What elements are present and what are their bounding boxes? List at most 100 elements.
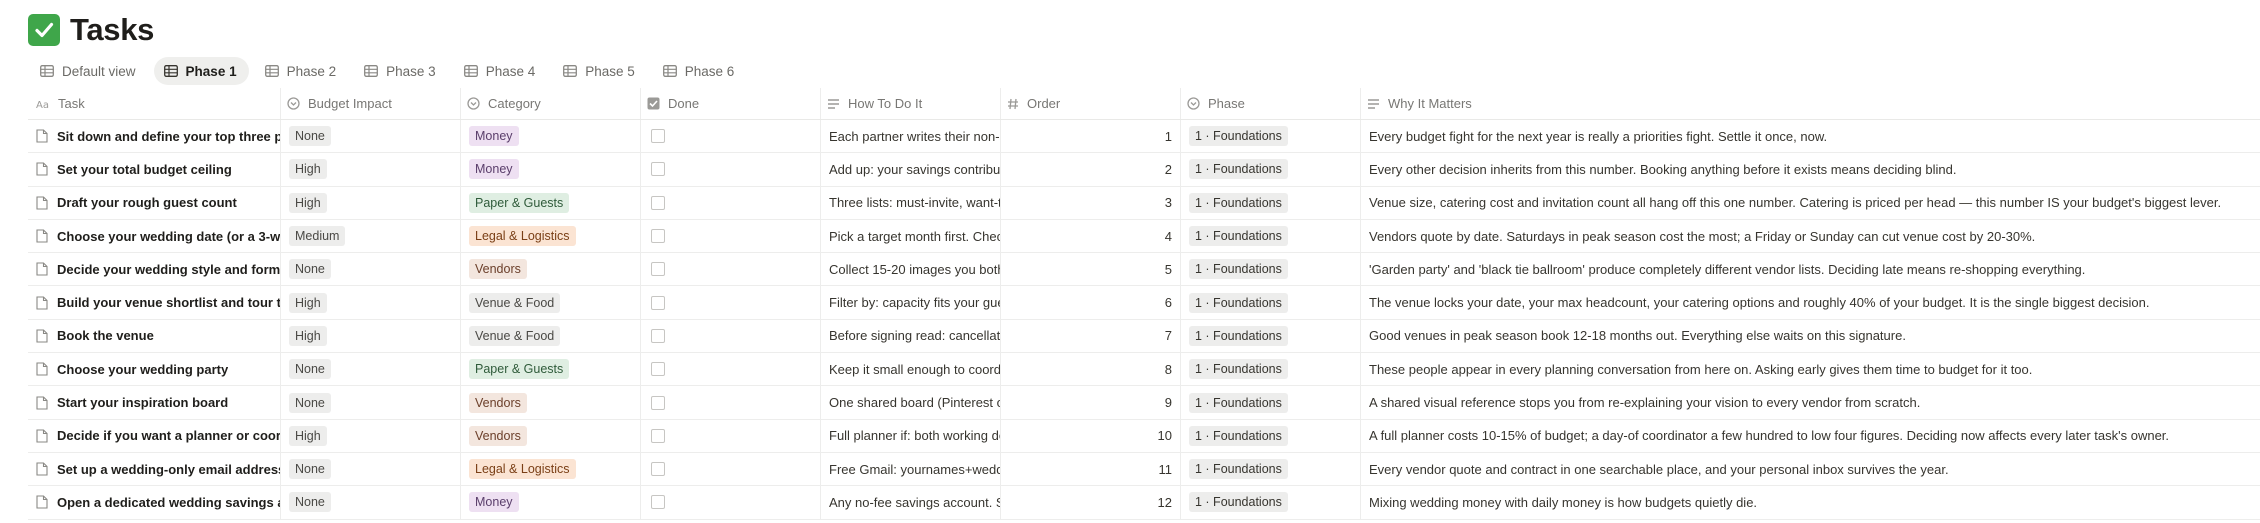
why-it-matters-cell[interactable]: Every other decision inherits from this … xyxy=(1361,153,2256,185)
phase-cell[interactable]: 1 · Foundations xyxy=(1181,286,1361,319)
category-cell[interactable]: Paper & Guests xyxy=(461,186,641,219)
order-cell[interactable]: 2 xyxy=(1001,153,1181,186)
view-tab-phase-5[interactable]: Phase 5 xyxy=(553,57,647,85)
why-it-matters-cell[interactable]: Every budget fight for the next year is … xyxy=(1361,120,2256,152)
how-to-do-it-cell[interactable]: Before signing read: cancellatio xyxy=(821,319,1001,353)
why-it-matters-cell[interactable]: Mixing wedding money with daily money is… xyxy=(1361,486,2256,518)
task-cell[interactable]: Book the venue xyxy=(28,319,281,353)
column-header-task[interactable]: Aa Task xyxy=(28,88,281,119)
task-name[interactable]: Build your venue shortlist and tour top xyxy=(57,295,280,310)
budget-impact-cell[interactable]: High xyxy=(281,419,461,452)
task-cell[interactable]: Start your inspiration board xyxy=(28,386,281,419)
phase-cell[interactable]: 1 · Foundations xyxy=(1181,419,1361,452)
column-header-phase[interactable]: Phase xyxy=(1181,88,1361,119)
budget-impact-cell[interactable]: High xyxy=(281,286,461,319)
how-to-do-it-cell[interactable]: Three lists: must-invite, want-to xyxy=(821,186,1001,219)
category-cell[interactable]: Money xyxy=(461,153,641,186)
task-cell[interactable]: Sit down and define your top three prio xyxy=(28,120,281,153)
order-cell[interactable]: 11 xyxy=(1001,452,1181,486)
how-to-do-it-cell[interactable]: Add up: your savings contributi xyxy=(821,153,1001,186)
table-row[interactable]: Draft your rough guest count High Paper & … xyxy=(28,186,2260,220)
budget-impact-cell[interactable]: None xyxy=(281,486,461,519)
how-to-do-it-cell[interactable]: Pick a target month first. Check xyxy=(821,219,1001,253)
budget-impact-cell[interactable]: High xyxy=(281,153,461,186)
why-it-matters-cell[interactable]: A shared visual reference stops you from… xyxy=(1361,386,2256,418)
task-name[interactable]: Choose your wedding date (or a 3-week xyxy=(57,229,280,244)
done-checkbox[interactable] xyxy=(651,229,665,244)
how-to-do-it-cell[interactable]: Free Gmail: yournames+weddin xyxy=(821,452,1001,486)
category-cell[interactable]: Money xyxy=(461,486,641,519)
budget-impact-cell[interactable]: None xyxy=(281,353,461,386)
task-name[interactable]: Open a dedicated wedding savings acco xyxy=(57,495,280,510)
task-name[interactable]: Set up a wedding-only email address xyxy=(57,462,280,477)
column-header-order[interactable]: Order xyxy=(1001,88,1181,119)
phase-cell[interactable]: 1 · Foundations xyxy=(1181,219,1361,253)
done-checkbox[interactable] xyxy=(651,295,665,310)
view-tab-phase-2[interactable]: Phase 2 xyxy=(255,57,349,85)
order-cell[interactable]: 12 xyxy=(1001,486,1181,519)
budget-impact-cell[interactable]: None xyxy=(281,386,461,419)
done-checkbox[interactable] xyxy=(651,162,665,177)
how-to-do-it-cell[interactable]: Each partner writes their non-ne xyxy=(821,120,1001,153)
phase-cell[interactable]: 1 · Foundations xyxy=(1181,253,1361,286)
budget-impact-cell[interactable]: None xyxy=(281,253,461,286)
done-checkbox[interactable] xyxy=(651,129,665,144)
order-cell[interactable]: 9 xyxy=(1001,386,1181,419)
how-to-do-it-cell[interactable]: Filter by: capacity fits your gues xyxy=(821,286,1001,319)
phase-cell[interactable]: 1 · Foundations xyxy=(1181,120,1361,153)
category-cell[interactable]: Money xyxy=(461,120,641,153)
category-cell[interactable]: Venue & Food xyxy=(461,286,641,319)
view-tab-phase-1[interactable]: Phase 1 xyxy=(153,57,249,85)
phase-cell[interactable]: 1 · Foundations xyxy=(1181,319,1361,353)
order-cell[interactable]: 4 xyxy=(1001,219,1181,253)
column-header-how-to-do-it[interactable]: How To Do It xyxy=(821,88,1001,119)
task-cell[interactable]: Decide your wedding style and formalit xyxy=(28,253,281,286)
done-checkbox[interactable] xyxy=(651,362,665,377)
budget-impact-cell[interactable]: Medium xyxy=(281,219,461,253)
how-to-do-it-cell[interactable]: Any no-fee savings account. Se xyxy=(821,486,1001,519)
column-header-why-it-matters[interactable]: Why It Matters xyxy=(1361,88,2256,119)
category-cell[interactable]: Vendors xyxy=(461,419,641,452)
done-checkbox[interactable] xyxy=(651,195,665,210)
phase-cell[interactable]: 1 · Foundations xyxy=(1181,486,1361,519)
phase-cell[interactable]: 1 · Foundations xyxy=(1181,186,1361,219)
task-name[interactable]: Book the venue xyxy=(57,328,154,343)
done-checkbox[interactable] xyxy=(651,328,665,343)
order-cell[interactable]: 1 xyxy=(1001,120,1181,153)
table-row[interactable]: Start your inspiration board None Vendors O… xyxy=(28,386,2260,420)
task-name[interactable]: Decide your wedding style and formalit xyxy=(57,262,280,277)
task-cell[interactable]: Choose your wedding date (or a 3-week xyxy=(28,219,281,253)
task-cell[interactable]: Open a dedicated wedding savings acco xyxy=(28,486,281,519)
task-name[interactable]: Start your inspiration board xyxy=(57,395,228,410)
order-cell[interactable]: 3 xyxy=(1001,186,1181,219)
task-cell[interactable]: Draft your rough guest count xyxy=(28,186,281,219)
budget-impact-cell[interactable]: High xyxy=(281,319,461,353)
table-row[interactable]: Choose your wedding date (or a 3-week Med… xyxy=(28,219,2260,254)
table-row[interactable]: Choose your wedding party None Paper & Gue… xyxy=(28,353,2260,387)
task-cell[interactable]: Set up a wedding-only email address xyxy=(28,452,281,486)
how-to-do-it-cell[interactable]: Full planner if: both working der xyxy=(821,419,1001,452)
why-it-matters-cell[interactable]: Venue size, catering cost and invitation… xyxy=(1361,187,2256,219)
why-it-matters-cell[interactable]: Good venues in peak season book 12-18 mo… xyxy=(1361,320,2256,352)
category-cell[interactable]: Legal & Logistics xyxy=(461,219,641,253)
why-it-matters-cell[interactable]: Every vendor quote and contract in one s… xyxy=(1361,453,2256,485)
done-checkbox[interactable] xyxy=(651,462,665,477)
table-row[interactable]: Set your total budget ceiling High Money Ad… xyxy=(28,153,2260,187)
budget-impact-cell[interactable]: None xyxy=(281,120,461,153)
why-it-matters-cell[interactable]: 'Garden party' and 'black tie ballroom' … xyxy=(1361,253,2256,285)
table-row[interactable]: Book the venue High Venue & Food Before sig… xyxy=(28,319,2260,354)
task-cell[interactable]: Build your venue shortlist and tour top xyxy=(28,286,281,319)
table-row[interactable]: Open a dedicated wedding savings acco Non… xyxy=(28,486,2260,520)
view-tab-default-view[interactable]: Default view xyxy=(30,57,148,85)
done-checkbox[interactable] xyxy=(651,262,665,277)
table-row[interactable]: Set up a wedding-only email address None L… xyxy=(28,452,2260,487)
view-tab-phase-6[interactable]: Phase 6 xyxy=(653,57,747,85)
order-cell[interactable]: 5 xyxy=(1001,253,1181,286)
task-name[interactable]: Sit down and define your top three prio xyxy=(57,129,280,144)
table-row[interactable]: Decide your wedding style and formalit No… xyxy=(28,253,2260,287)
phase-cell[interactable]: 1 · Foundations xyxy=(1181,386,1361,419)
task-name[interactable]: Choose your wedding party xyxy=(57,362,228,377)
column-header-budget-impact[interactable]: Budget Impact xyxy=(281,88,461,119)
done-checkbox[interactable] xyxy=(651,395,665,410)
how-to-do-it-cell[interactable]: Collect 15-20 images you both xyxy=(821,253,1001,286)
